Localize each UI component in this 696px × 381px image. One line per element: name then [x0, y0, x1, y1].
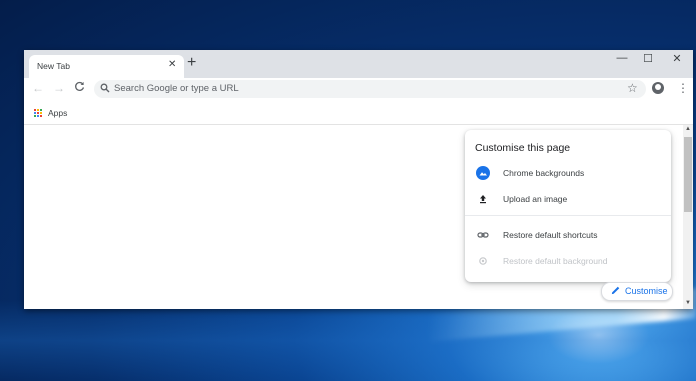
- scroll-up-arrow-icon[interactable]: ▲: [685, 126, 691, 132]
- scroll-down-arrow-icon[interactable]: ▼: [685, 300, 691, 306]
- menu-kebab-icon[interactable]: ⋮: [677, 81, 689, 95]
- new-tab-button[interactable]: +: [187, 55, 196, 71]
- upload-icon: [480, 195, 486, 204]
- restore-background-icon: [479, 257, 487, 265]
- search-icon: [100, 83, 110, 93]
- omnibox-placeholder: Search Google or type a URL: [114, 83, 239, 94]
- menu-item-upload-image[interactable]: Upload an image: [465, 189, 671, 211]
- tab-close-icon[interactable]: ✕: [168, 59, 176, 70]
- menu-item-chrome-backgrounds[interactable]: Chrome backgrounds: [465, 163, 671, 185]
- reload-icon: [75, 81, 85, 91]
- apps-bookmark-label[interactable]: Apps: [48, 108, 67, 118]
- menu-item-label: Restore default background: [503, 256, 608, 266]
- menu-item-label: Restore default shortcuts: [503, 230, 598, 240]
- minimize-button[interactable]: —: [612, 52, 632, 68]
- menu-divider: [465, 215, 671, 216]
- tab-title: New Tab: [37, 61, 70, 71]
- forward-button[interactable]: →: [53, 81, 65, 95]
- tab-new-tab[interactable]: New Tab ✕: [29, 55, 184, 78]
- link-icon: [477, 232, 489, 238]
- menu-item-label: Chrome backgrounds: [503, 168, 585, 178]
- customise-button-label: Customise: [625, 286, 668, 296]
- title-bar[interactable]: New Tab ✕ + — ☐ ✕: [24, 50, 693, 78]
- menu-item-label: Upload an image: [503, 194, 568, 204]
- account-avatar-icon[interactable]: [652, 82, 664, 94]
- close-window-button[interactable]: ✕: [667, 52, 687, 68]
- customise-menu-title: Customise this page: [475, 142, 571, 154]
- customise-button[interactable]: Customise: [601, 282, 673, 301]
- menu-item-restore-shortcuts[interactable]: Restore default shortcuts: [465, 225, 671, 247]
- bookmark-star-icon[interactable]: ☆: [627, 81, 638, 95]
- apps-grid-icon[interactable]: [34, 109, 43, 118]
- vertical-scrollbar[interactable]: ▲ ▼: [683, 125, 693, 309]
- chrome-backgrounds-icon: [476, 166, 490, 180]
- reload-button[interactable]: [74, 81, 85, 95]
- bookmarks-bar: Apps: [24, 100, 693, 125]
- pencil-icon: [611, 286, 620, 295]
- omnibox[interactable]: Search Google or type a URL: [94, 80, 646, 98]
- back-button[interactable]: ←: [32, 81, 44, 95]
- browser-window: New Tab ✕ + — ☐ ✕ ← → Search Google or t…: [24, 50, 693, 309]
- maximize-button[interactable]: ☐: [638, 52, 658, 68]
- customise-menu: Customise this page Chrome backgrounds U…: [465, 130, 671, 282]
- menu-item-restore-background: Restore default background: [465, 251, 671, 273]
- toolbar: ← → Search Google or type a URL ☆ ⋮: [24, 78, 693, 100]
- scroll-thumb[interactable]: [684, 137, 692, 212]
